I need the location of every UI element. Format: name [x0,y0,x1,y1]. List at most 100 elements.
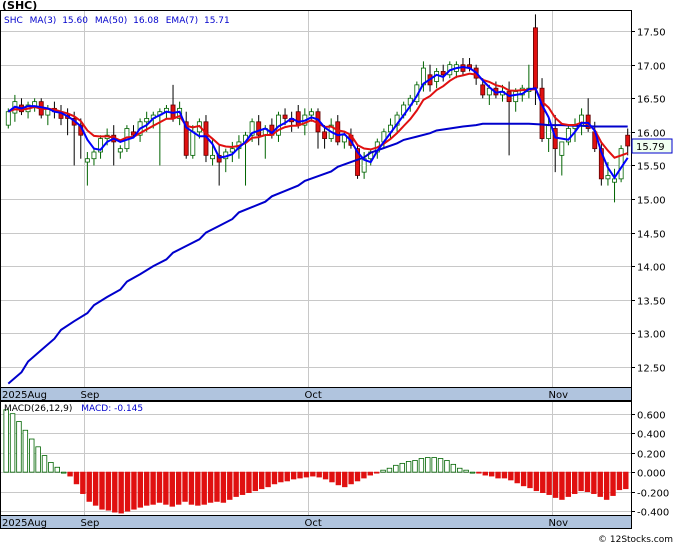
candle-up [605,175,611,180]
macd-bar-negative [92,471,99,506]
macd-y-tick-label: -0.400 [637,508,669,519]
price-y-tick-label: 17.00 [637,62,666,73]
macd-y-tick-label: 0.400 [637,430,666,441]
legend-ma50-label: MA(50) [95,16,127,26]
macd-bar-positive [16,421,22,473]
macd-bar-negative [316,471,322,478]
macd-bar-negative [514,471,520,484]
macd-bar-negative [252,471,259,492]
price-y-tick-label: 15.00 [637,196,666,207]
candle-up [91,151,97,160]
legend-ma3-value: 15.60 [62,16,88,26]
candle-down [282,114,288,119]
macd-bar-positive [412,460,418,473]
candle-up [5,111,11,126]
price-x-tick-label: Nov [549,390,569,401]
macd-y-tick-label: 0.000 [637,469,666,480]
macd-bar-negative [348,471,354,485]
macd-bar-negative [488,471,495,477]
macd-bar-negative [124,471,131,512]
candle-up [308,111,314,116]
macd-bar-negative [265,471,271,488]
candle-down [539,87,545,139]
macd-bar-negative [137,471,144,508]
footer-credit: © 12Stocks.com [598,535,673,545]
macd-bar-negative [623,471,629,490]
macd-bar-negative [195,471,201,506]
macd-bar-negative [578,471,584,492]
macd-bar-positive [437,458,444,473]
macd-bar-negative [144,471,150,506]
macd-bar-negative [105,471,112,511]
macd-bar-negative [182,471,188,502]
macd-bar-negative [233,471,239,497]
macd-bar-negative [565,471,572,497]
macd-bar-negative [150,471,156,505]
price-y-tick-label: 17.50 [637,28,666,39]
macd-bar-negative [118,471,124,514]
candle-up [117,148,123,153]
macd-bar-negative [546,471,552,495]
price-x-tick-label: Oct [305,390,322,401]
candle-down [295,111,301,126]
candle-down [625,134,631,147]
candle-down [533,27,538,89]
price-y-axis: 12.50 13.00 13.50 14.00 14.50 15.00 15.50 16.00… [631,28,666,375]
macd-bar-positive [469,471,476,474]
macd-bar-positive [450,463,457,473]
macd-bar-negative [476,471,482,474]
macd-bar-negative [112,471,118,513]
macd-bar-positive [418,458,425,473]
macd-bar-negative [533,471,540,492]
legend-ema7-value: 15.71 [204,16,230,26]
legend-ema7-label: EMA(7) [166,16,198,26]
macd-bar-negative [239,471,246,495]
price-y-tick-label: 13.50 [637,297,666,308]
macd-bar-negative [597,471,603,497]
macd-bar-negative [482,471,488,476]
macd-y-tick-label: 0.200 [637,450,666,461]
macd-y-axis: 0.600 0.400 0.200 0.000 -0.200 -0.400 [631,411,669,519]
stock-chart: 12.50 13.00 13.50 14.00 14.50 15.00 15.50 16.00… [0,0,673,545]
macd-bar-positive [29,438,35,473]
macd-bar-positive [399,462,405,473]
macd-bar-negative [322,471,329,480]
macd-bar-negative [67,471,73,477]
candle-up [513,91,519,103]
macd-bar-negative [80,471,86,494]
candle-down [322,131,328,139]
legend-ma50-value: 16.08 [133,16,159,26]
macd-bar-negative [520,471,527,487]
macd-bar-negative [175,471,182,505]
macd-bar-negative [297,471,303,479]
macd-bar-negative [99,471,105,510]
price-legend: SHC MA(3) 15.60 MA(50) 16.08 EMA(7) 15.7… [4,16,230,26]
macd-bar-negative [73,471,80,485]
macd-bar-positive [386,467,393,473]
macd-bar-negative [540,471,546,493]
price-y-tick-label: 14.00 [637,263,666,274]
macd-bar-negative [86,471,92,502]
macd-bar-negative [227,471,233,500]
macd-bar-positive [54,466,60,473]
macd-bar-negative [616,471,623,491]
macd-bar-positive [3,409,9,473]
macd-bar-negative [603,471,610,500]
macd-legend: MACD(26,12,9) MACD: -0.145 [4,404,143,414]
candle-down [480,84,486,96]
legend-ma3-label: MA(3) [30,16,57,26]
macd-bar-negative [373,471,380,474]
macd-bar-negative [342,471,348,488]
price-y-tick-label: 16.50 [637,95,666,106]
macd-bar-negative [310,471,316,477]
macd-bar-negative [278,471,284,483]
candle-up [210,154,216,160]
macd-bar-positive [48,461,54,473]
macd-bar-negative [131,471,137,510]
macd-bar-negative [207,471,214,503]
macd-bar-positive [425,457,431,473]
price-x-tick-label: 2025Aug [2,390,47,401]
macd-bar-negative [201,471,207,505]
macd-bar-positive [431,457,437,473]
macd-bar-negative [220,471,227,503]
